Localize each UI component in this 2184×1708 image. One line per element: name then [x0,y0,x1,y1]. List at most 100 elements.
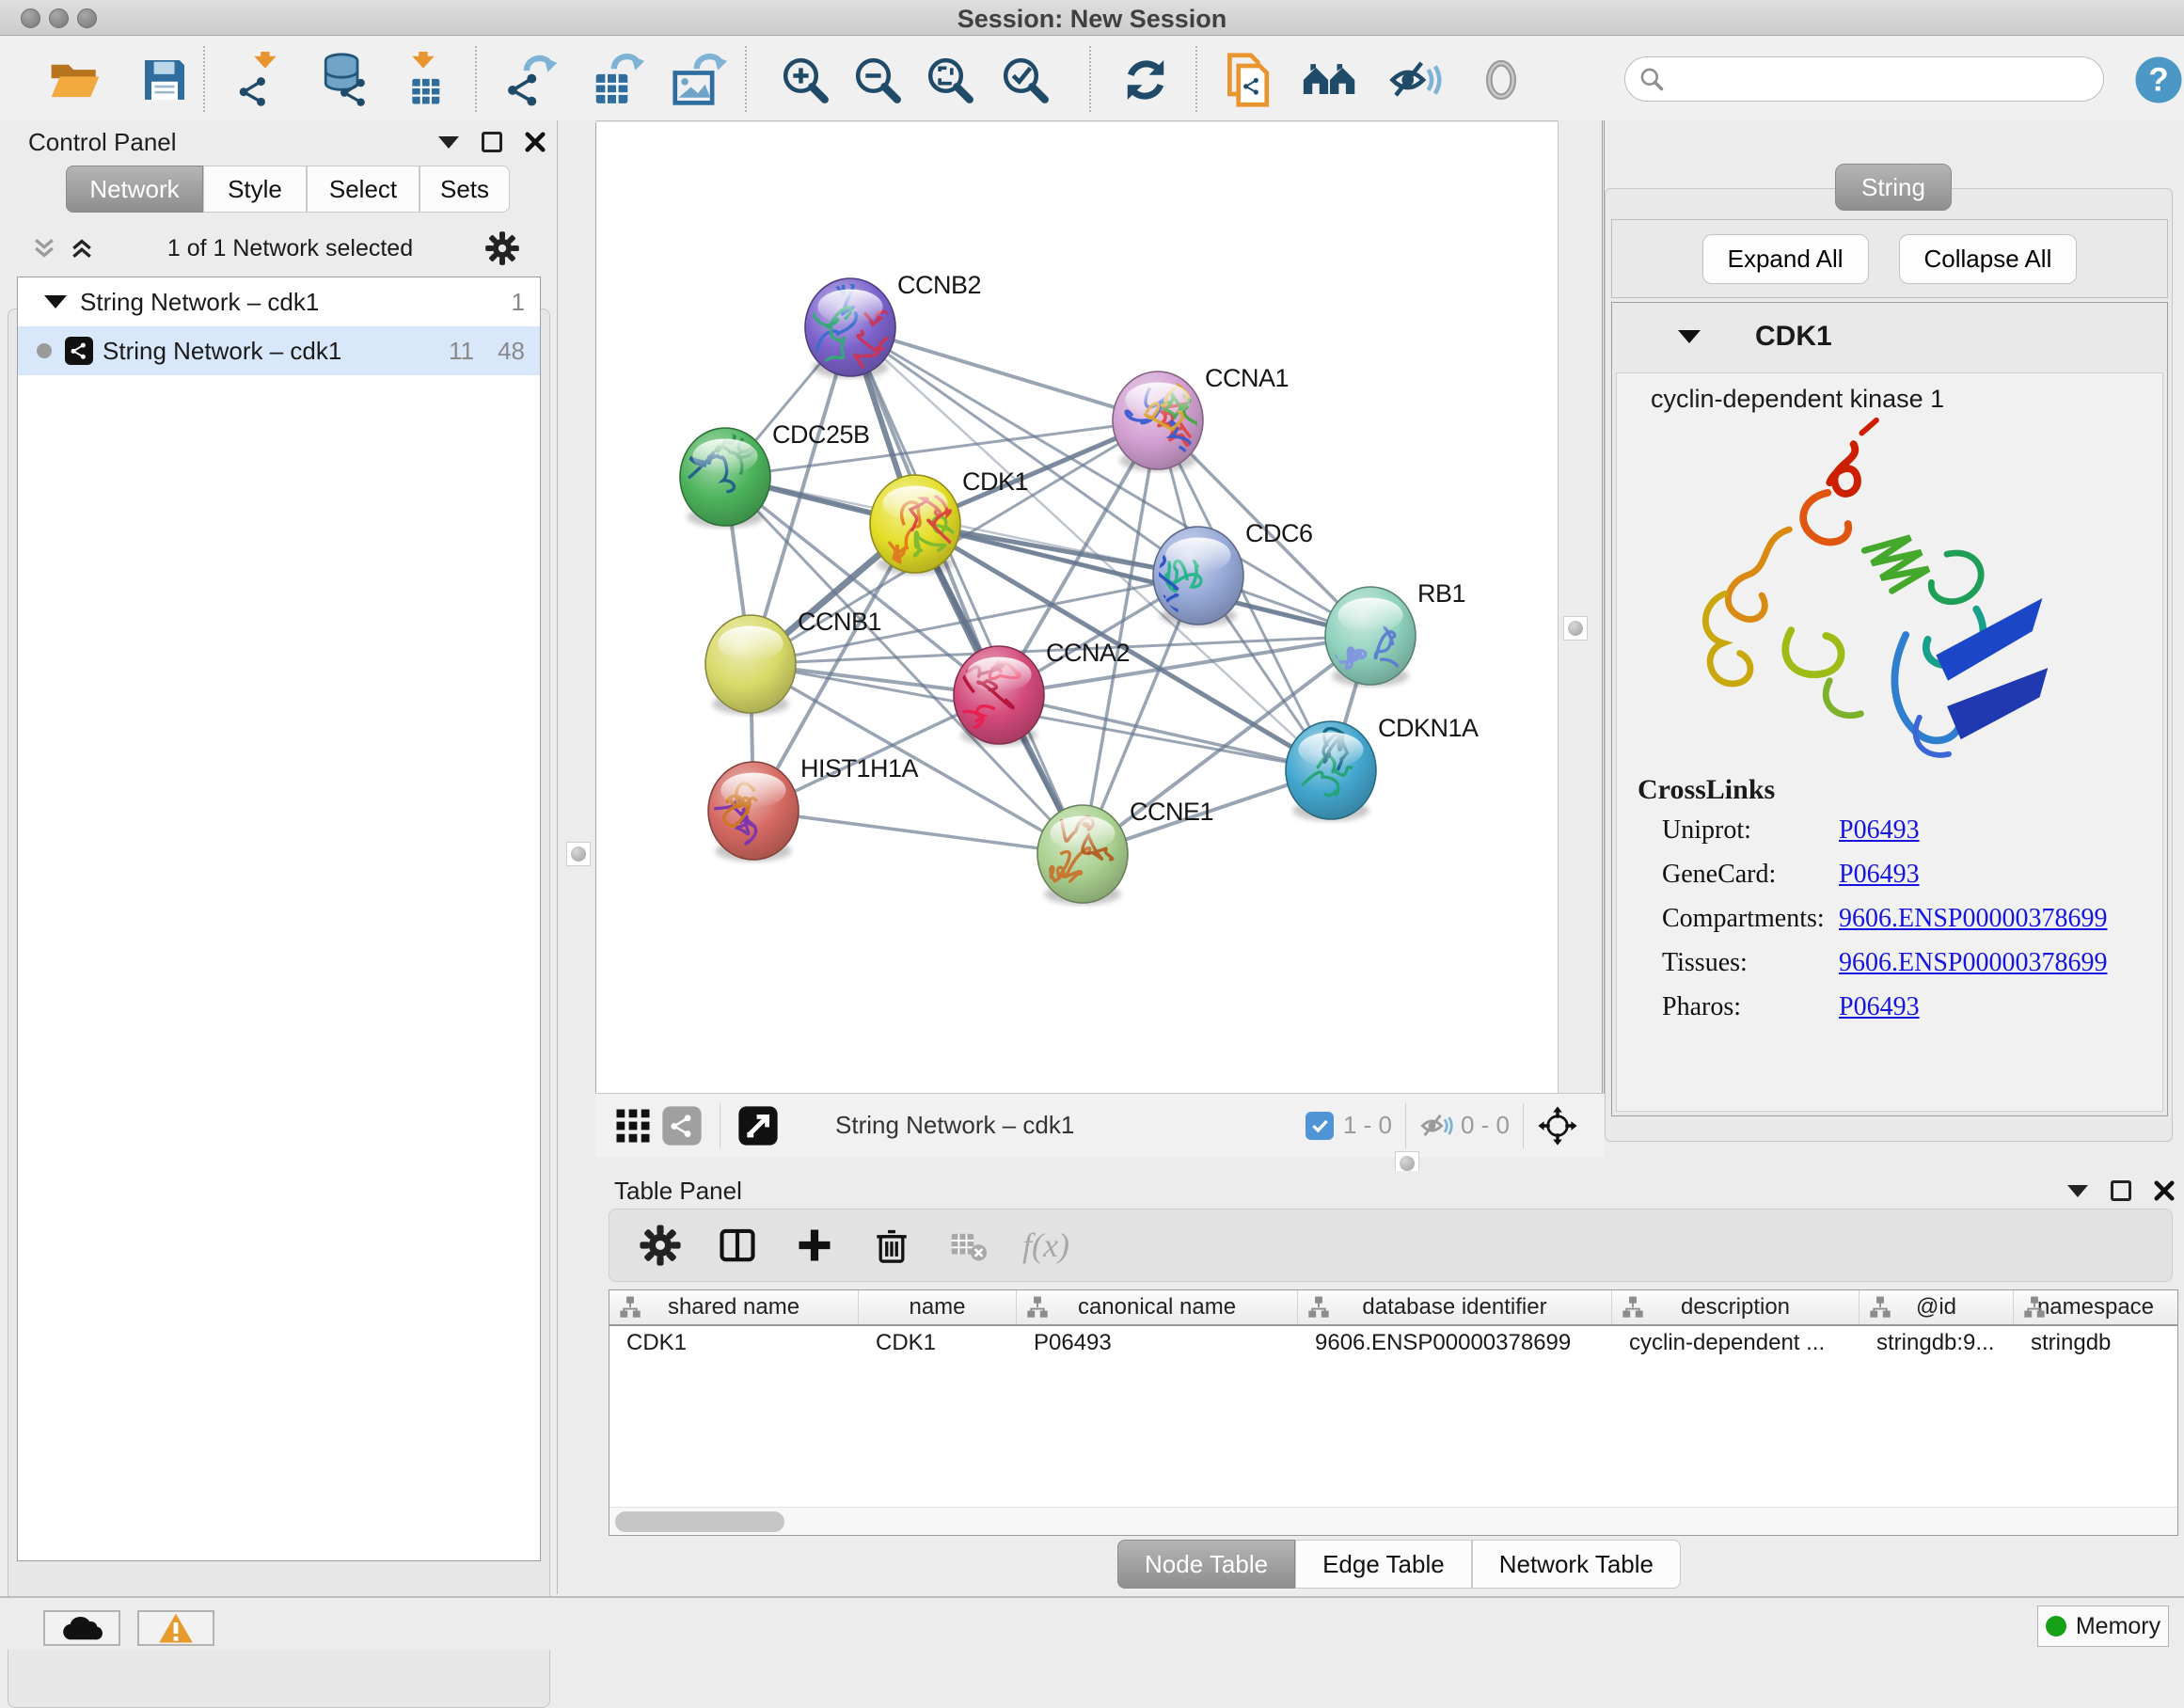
memory-button[interactable]: Memory [2037,1605,2169,1647]
zoom-out-button[interactable] [847,49,909,111]
cell-description[interactable]: cyclin-dependent ... [1612,1326,1860,1360]
warnings-button[interactable] [137,1610,214,1646]
network-view-toolbar: String Network – cdk1 1 - 0 0 - 0 [595,1093,1605,1157]
cell-shared-name[interactable]: CDK1 [609,1326,859,1360]
copy-network-button[interactable] [1218,49,1280,111]
network-node-HIST1H1A[interactable]: HIST1H1A [708,754,919,862]
close-panel-icon[interactable] [525,132,546,152]
crosslink-uniprot-link[interactable]: P06493 [1839,815,1920,846]
first-neighbors-button[interactable] [1299,49,1361,111]
create-column-button[interactable] [790,1221,839,1270]
export-image-button[interactable] [669,49,731,111]
network-node-RB1[interactable]: RB1 [1323,579,1465,692]
left-splitter[interactable] [558,120,595,1594]
column-header-id[interactable]: @id [1860,1290,2014,1324]
zoom-selected-button[interactable] [994,49,1056,111]
float-panel-icon[interactable] [2111,1180,2131,1201]
network-node-CDC25B[interactable]: CDC25B [680,419,870,528]
crosslink-compartments-link[interactable]: 9606.ENSP00000378699 [1839,904,2107,934]
crosslink-label: Pharos: [1662,992,1839,1022]
network-options-gear-icon[interactable] [484,230,520,266]
collapse-all-button[interactable]: Collapse All [1899,234,2078,284]
cell-canonical-name[interactable]: P06493 [1017,1326,1298,1360]
crosslink-pharos-link[interactable]: P06493 [1839,992,1920,1022]
column-header-name[interactable]: name [859,1290,1017,1324]
close-panel-icon[interactable] [2154,1180,2175,1201]
expand-all-icon[interactable] [68,234,96,262]
import-table-button[interactable] [392,49,454,111]
export-table-button[interactable] [588,49,650,111]
zoom-in-button[interactable] [774,49,836,111]
help-button[interactable]: ? [2128,49,2184,111]
network-canvas[interactable]: CCNB2CCNA1CDC25BCDK1CDC6RB1CCNB1CCNA2CDK… [595,122,1559,1093]
tab-select[interactable]: Select [307,166,419,213]
section-expanded-icon[interactable] [1678,330,1701,343]
hide-selected-button[interactable] [1384,49,1446,111]
right-splitter[interactable] [1559,120,1605,1157]
delete-column-button[interactable] [867,1221,916,1270]
collapse-all-icon[interactable] [30,234,58,262]
crosslink-tissues-link[interactable]: 9606.ENSP00000378699 [1839,948,2107,978]
right-splitter-handle[interactable] [1563,616,1588,640]
network-node-CCNE1[interactable]: CCNE1 [1037,798,1213,905]
panel-menu-icon[interactable] [438,136,459,149]
cell-id[interactable]: stringdb:9... [1860,1326,2014,1360]
network-graph[interactable]: CCNB2CCNA1CDC25BCDK1CDC6RB1CCNB1CCNA2CDK… [596,122,1559,1093]
open-session-button[interactable] [44,49,106,111]
export-network-button[interactable] [502,49,564,111]
import-network-file-button[interactable] [232,49,294,111]
protein-structure-image [1669,415,2082,782]
copy-pages-icon [1221,52,1277,108]
zoom-fit-button[interactable] [919,49,981,111]
tab-edge-table[interactable]: Edge Table [1295,1540,1472,1589]
network-node-CDC6[interactable]: CDC6 [1145,519,1312,626]
horizontal-splitter[interactable] [595,1157,2184,1171]
network-node-CDKN1A[interactable]: CDKN1A [1286,714,1479,821]
tab-network-table[interactable]: Network Table [1472,1540,1681,1589]
search-input[interactable] [1665,66,2079,92]
column-header-shared-name[interactable]: shared name [609,1290,859,1324]
table-settings-button[interactable] [636,1221,685,1270]
cell-namespace[interactable]: stringdb [2014,1326,2178,1360]
delete-table-button[interactable] [944,1221,993,1270]
column-header-database-identifier[interactable]: database identifier [1298,1290,1612,1324]
cell-name[interactable]: CDK1 [859,1326,1017,1360]
cloud-status-button[interactable] [43,1610,120,1646]
float-panel-icon[interactable] [482,132,502,152]
node-section-header[interactable]: CDK1 [1612,303,2167,371]
column-header-namespace[interactable]: namespace [2014,1290,2178,1324]
cell-database-identifier[interactable]: 9606.ENSP00000378699 [1298,1326,1612,1360]
network-node-CCNA1[interactable]: CCNA1 [1113,364,1289,471]
function-builder-button[interactable]: f(x) [1021,1221,1070,1270]
network-node-CDK1[interactable]: CDK1 [870,467,1028,575]
refresh-button[interactable] [1115,49,1177,111]
table-toolbar: f(x) [609,1209,2173,1282]
table-row[interactable]: CDK1 CDK1 P06493 9606.ENSP00000378699 cy… [609,1326,2177,1360]
collection-expanded-icon[interactable] [44,295,67,308]
show-columns-button[interactable] [713,1221,762,1270]
expand-all-button[interactable]: Expand All [1702,234,1869,284]
network-row[interactable]: String Network – cdk1 11 48 [18,326,540,375]
network-overview-button[interactable] [657,1101,706,1150]
tab-string[interactable]: String [1835,164,1952,211]
tab-network[interactable]: Network [66,166,203,213]
show-all-button[interactable] [1470,49,1532,111]
column-header-description[interactable]: description [1612,1290,1860,1324]
tab-node-table[interactable]: Node Table [1117,1540,1295,1589]
panel-menu-icon[interactable] [2067,1185,2088,1197]
column-header-canonical-name[interactable]: canonical name [1017,1290,1298,1324]
network-collection-row[interactable]: String Network – cdk1 1 [18,277,540,326]
save-session-button[interactable] [134,49,196,111]
tab-sets[interactable]: Sets [419,166,510,213]
fit-content-crosshair-icon[interactable] [1537,1105,1578,1147]
tab-style[interactable]: Style [203,166,307,213]
birds-eye-view-button[interactable] [609,1101,657,1150]
crosslink-genecard-link[interactable]: P06493 [1839,860,1920,890]
column-type-icon [1869,1296,1891,1319]
table-scrollbar-track[interactable] [609,1507,2177,1535]
left-splitter-handle[interactable] [566,842,591,866]
selected-checkbox[interactable] [1306,1112,1334,1140]
open-in-window-button[interactable] [734,1101,783,1150]
import-network-database-button[interactable] [312,49,374,111]
table-scrollbar-thumb[interactable] [615,1511,784,1532]
